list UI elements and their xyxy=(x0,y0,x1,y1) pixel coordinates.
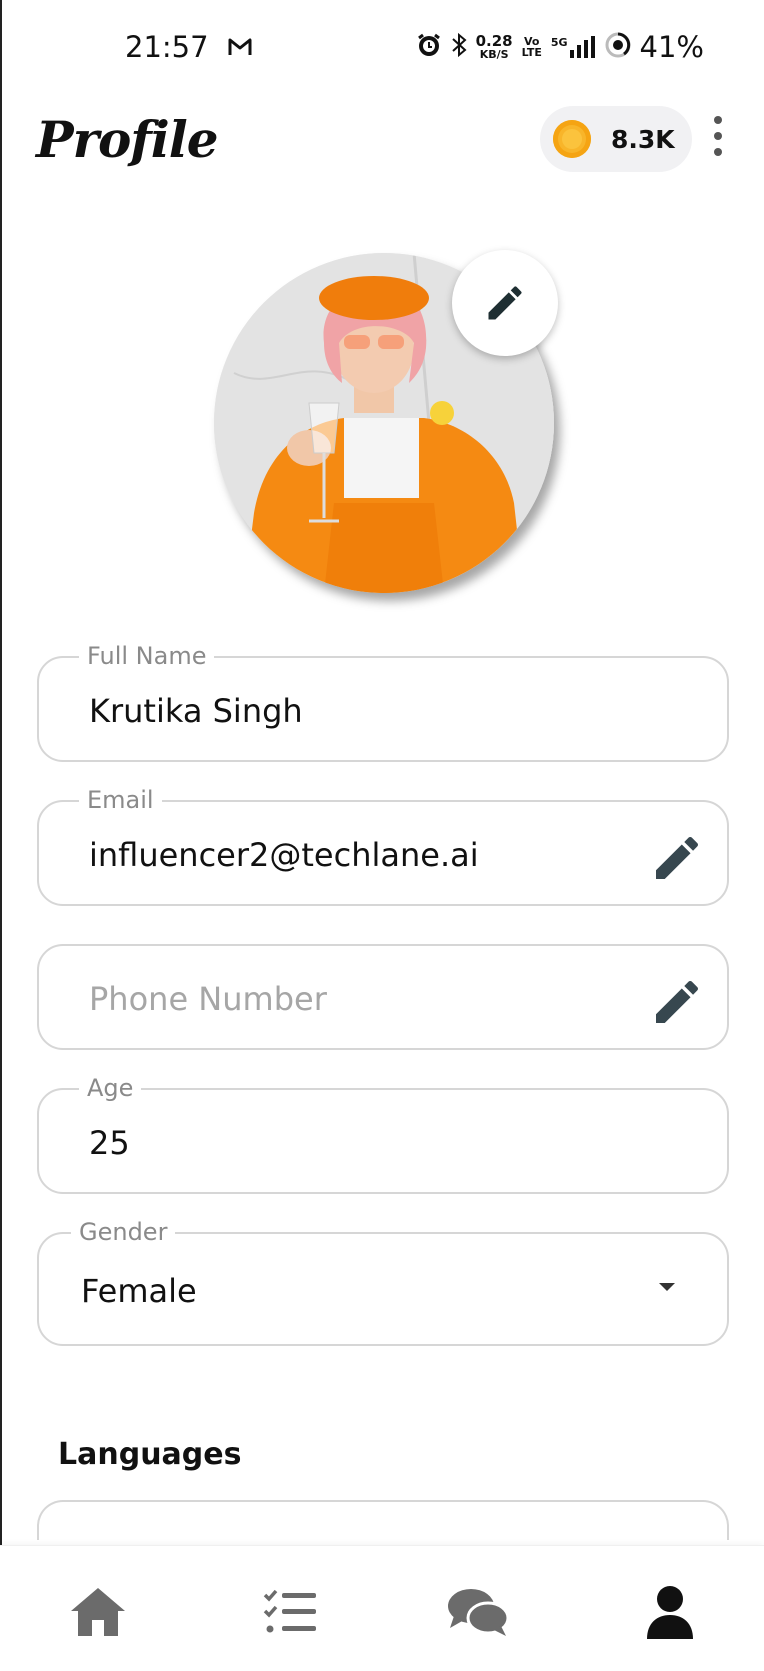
coin-icon xyxy=(553,120,591,158)
nav-tasks[interactable] xyxy=(258,1584,322,1640)
email-field[interactable]: Email influencer2@techlane.ai xyxy=(37,786,729,906)
gender-label: Gender xyxy=(71,1218,176,1246)
full-name-field[interactable]: Full Name Krutika Singh xyxy=(37,642,729,762)
email-value: influencer2@techlane.ai xyxy=(89,836,479,874)
email-label: Email xyxy=(79,786,162,814)
gender-select[interactable]: Gender Female xyxy=(37,1218,729,1346)
tasks-icon xyxy=(263,1589,316,1633)
phone-number-field[interactable]: Phone Number xyxy=(37,944,729,1050)
bluetooth-icon xyxy=(451,32,467,62)
more-vertical-icon[interactable] xyxy=(708,116,728,162)
dropdown-arrow-icon[interactable] xyxy=(659,1283,675,1291)
gender-value: Female xyxy=(81,1272,197,1310)
net-speed: 0.28 KB/S xyxy=(475,32,513,61)
status-icons: 0.28 KB/S Vo LTE 5G 41% xyxy=(416,30,704,64)
battery-icon xyxy=(605,32,631,62)
age-value: 25 xyxy=(89,1124,130,1162)
screen-edge xyxy=(0,0,2,1670)
battery-percent: 41% xyxy=(639,30,704,64)
network-type: 5G xyxy=(550,36,568,49)
status-time: 21:57 xyxy=(125,30,209,64)
chat-icon xyxy=(448,1589,510,1636)
nav-profile[interactable] xyxy=(638,1584,702,1640)
app-header: Profile 8.3K xyxy=(0,100,764,200)
alarm-icon xyxy=(416,32,442,62)
languages-heading: Languages xyxy=(58,1437,242,1472)
coin-count: 8.3K xyxy=(611,124,675,154)
net-speed-unit: KB/S xyxy=(479,48,509,61)
age-label: Age xyxy=(79,1074,142,1102)
edit-phone-icon[interactable] xyxy=(649,974,705,1030)
profile-icon xyxy=(647,1586,693,1639)
gmail-icon xyxy=(228,38,252,60)
status-bar: 21:57 0.28 KB/S Vo LTE 5G 41% xyxy=(0,0,764,96)
age-field[interactable]: Age 25 xyxy=(37,1074,729,1194)
pencil-icon xyxy=(488,286,522,320)
signal-icon: 5G xyxy=(551,36,596,58)
coin-balance-button[interactable]: 8.3K xyxy=(540,106,692,172)
edit-email-icon[interactable] xyxy=(649,830,705,886)
nav-chat[interactable] xyxy=(446,1584,510,1640)
full-name-label: Full Name xyxy=(79,642,215,670)
languages-field[interactable] xyxy=(37,1500,729,1540)
page-title: Profile xyxy=(36,110,219,169)
phone-number-placeholder: Phone Number xyxy=(89,980,327,1018)
net-speed-value: 0.28 xyxy=(475,32,513,50)
volte-indicator: Vo LTE xyxy=(522,36,542,58)
nav-home[interactable] xyxy=(66,1584,130,1640)
bottom-navigation xyxy=(0,1545,764,1671)
full-name-value: Krutika Singh xyxy=(89,692,303,730)
edit-avatar-button[interactable] xyxy=(452,250,558,356)
home-icon xyxy=(71,1588,125,1636)
volte-bottom: LTE xyxy=(521,46,542,59)
